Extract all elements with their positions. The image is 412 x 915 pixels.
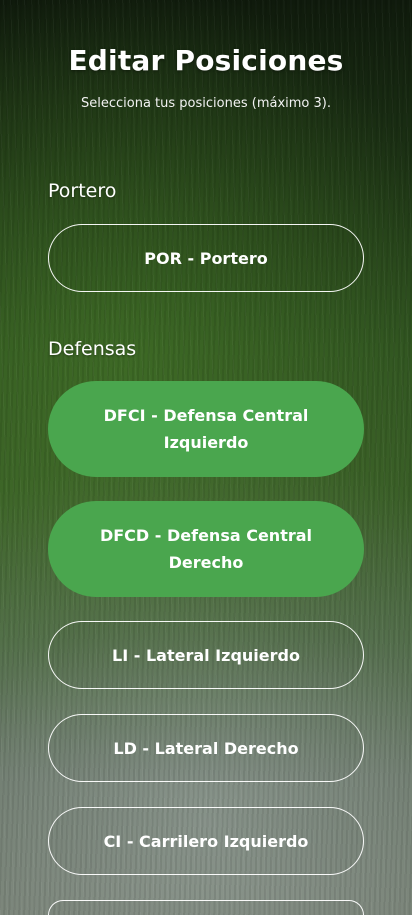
position-option-label: POR - Portero [144,248,268,268]
position-option-label: DFCI - Defensa Central Izquierdo [103,406,309,452]
position-option-li[interactable]: LI - Lateral Izquierdo [48,621,364,689]
position-option-partial[interactable] [48,900,364,915]
position-option-label: DFCD - Defensa Central Derecho [99,526,313,572]
position-option-label: LI - Lateral Izquierdo [112,645,300,665]
position-option-label: CI - Carrilero Izquierdo [103,831,309,851]
section-label-goalkeeper: Portero [48,180,117,202]
position-option-dfcd[interactable]: DFCD - Defensa Central Derecho [48,501,364,597]
position-option-ci[interactable]: CI - Carrilero Izquierdo [48,807,364,875]
page-title: Editar Posiciones [68,44,344,77]
section-label-defense: Defensas [48,338,137,360]
position-option-por[interactable]: POR - Portero [48,224,364,292]
page-subtitle: Selecciona tus posiciones (máximo 3). [81,96,331,111]
position-option-label: LD - Lateral Derecho [113,738,299,758]
position-option-dfci[interactable]: DFCI - Defensa Central Izquierdo [48,381,364,477]
position-option-ld[interactable]: LD - Lateral Derecho [48,714,364,782]
